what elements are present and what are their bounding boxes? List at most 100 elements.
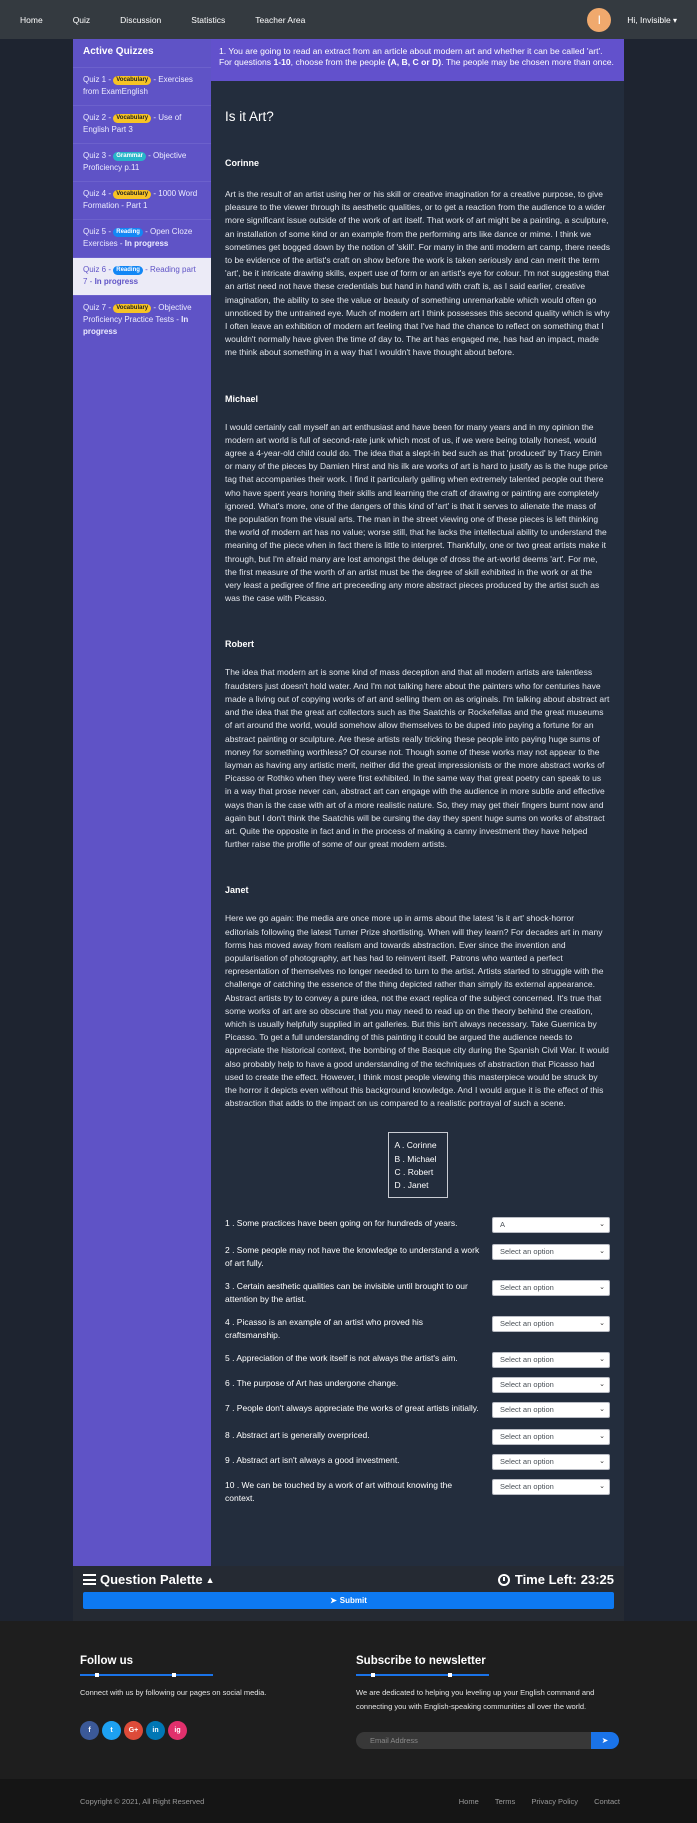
answer-select-value: Select an option <box>500 1246 554 1256</box>
person-paragraph: Here we go again: the media are once mor… <box>225 913 609 1109</box>
question-text: 1 . Some practices have been going on fo… <box>225 1218 458 1229</box>
sidebar-item-quiz-2[interactable]: Quiz 2 - Vocabulary - Use of English Par… <box>73 105 211 143</box>
quiz-prefix: Quiz 2 - <box>83 113 114 122</box>
answer-select[interactable]: Select an option ⌄ <box>492 1244 610 1261</box>
chevron-down-icon: ⌄ <box>599 1432 605 1440</box>
answer-select-value: Select an option <box>500 1354 554 1364</box>
newsletter-divider <box>356 1673 489 1677</box>
sidebar-item-quiz-4[interactable]: Quiz 4 - Vocabulary - 1000 Word Formatio… <box>73 181 211 219</box>
answer-select[interactable]: Select an option ⌄ <box>492 1316 610 1333</box>
twitter-icon[interactable]: t <box>102 1720 121 1740</box>
footer-link-contact[interactable]: Contact <box>594 1797 620 1806</box>
category-badge: Reading <box>113 266 143 275</box>
timer: Time Left: 23:25 <box>497 1572 614 1587</box>
submit-button[interactable]: ➤ Submit <box>83 1592 614 1609</box>
option-b: B . Michael <box>394 1153 437 1164</box>
answer-select[interactable]: Select an option ⌄ <box>492 1479 610 1496</box>
answer-select[interactable]: Select an option ⌄ <box>492 1429 610 1446</box>
clock-icon <box>497 1573 510 1586</box>
timer-value: 23:25 <box>580 1572 614 1587</box>
question-palette-bar: Question Palette ▲ Time Left: 23:25 ➤ Su… <box>73 1566 624 1621</box>
nav-statistics[interactable]: Statistics <box>191 15 225 25</box>
question-text: 5 . Appreciation of the work itself is n… <box>225 1353 458 1364</box>
quiz-status: In progress <box>124 239 169 248</box>
person-name: Robert <box>225 639 254 650</box>
newsletter-send-button[interactable]: ➤ <box>591 1732 619 1749</box>
chevron-down-icon: ⌄ <box>599 1457 605 1465</box>
caret-up-icon: ▲ <box>205 1574 215 1585</box>
chevron-down-icon: ⌄ <box>599 1247 605 1255</box>
answer-select[interactable]: Select an option ⌄ <box>492 1377 610 1394</box>
person-name: Janet <box>225 885 249 896</box>
footer-link-home[interactable]: Home <box>459 1797 479 1806</box>
article: Is it Art? Corinne Art is the result of a… <box>211 109 624 1110</box>
option-d: D . Janet <box>394 1179 429 1190</box>
question-row: 1 . Some practices have been going on fo… <box>211 1217 624 1234</box>
answer-select[interactable]: A ⌄ <box>492 1217 610 1234</box>
question-palette-toggle[interactable]: Question Palette ▲ <box>83 1572 215 1587</box>
option-c: C . Robert <box>394 1166 434 1177</box>
article-sections: Corinne Art is the result of an artist us… <box>225 158 610 1110</box>
submit-label: Submit <box>339 1596 367 1605</box>
answer-select[interactable]: Select an option ⌄ <box>492 1280 610 1297</box>
chevron-down-icon: ⌄ <box>599 1380 605 1388</box>
nav-discussion[interactable]: Discussion <box>120 15 161 25</box>
top-navbar: Home Quiz Discussion Statistics Teacher … <box>0 0 697 39</box>
linkedin-icon[interactable]: in <box>146 1720 165 1740</box>
option-a: A . Corinne <box>394 1140 437 1151</box>
category-badge: Grammar <box>113 152 146 161</box>
sidebar: Active Quizzes Quiz 1 - Vocabulary - Exe… <box>73 39 211 1566</box>
quiz-prefix: Quiz 4 - <box>83 189 114 198</box>
sidebar-item-quiz-6[interactable]: Quiz 6 - Reading - Reading part 7 - In p… <box>73 257 211 295</box>
chevron-down-icon: ⌄ <box>599 1283 605 1291</box>
question-row: 4 . Picasso is an example of an artist w… <box>211 1316 624 1341</box>
user-menu[interactable]: Hi, Invisible <box>627 15 677 25</box>
answer-select-value: Select an option <box>500 1282 554 1292</box>
palette-header: Question Palette ▲ Time Left: 23:25 <box>73 1566 624 1587</box>
instagram-icon[interactable]: ig <box>168 1720 187 1740</box>
sidebar-item-quiz-7[interactable]: Quiz 7 - Vocabulary - Objective Proficie… <box>73 295 211 345</box>
quiz-list: Quiz 1 - Vocabulary - Exercises from Exa… <box>73 67 211 345</box>
answer-select-value: Select an option <box>500 1456 554 1466</box>
question-text: 4 . Picasso is an example of an artist w… <box>225 1317 423 1340</box>
answer-options-box: A . Corinne B . Michael C . Robert D . J… <box>387 1132 448 1199</box>
follow-text: Connect with us by following our pages o… <box>80 1688 267 1697</box>
email-field[interactable]: Email Address <box>356 1732 591 1749</box>
sidebar-item-quiz-5[interactable]: Quiz 5 - Reading - Open Cloze Exercises … <box>73 219 211 257</box>
follow-divider <box>80 1673 213 1677</box>
nav-quiz[interactable]: Quiz <box>73 15 90 25</box>
quiz-prefix: Quiz 6 - <box>83 265 114 274</box>
person-name: Corinne <box>225 158 260 168</box>
timer-label: Time Left: <box>514 1572 577 1587</box>
avatar[interactable]: I <box>587 7 612 32</box>
instructions-range: 1-10 <box>273 56 291 67</box>
social-links: f t G+ in ig <box>80 1720 280 1740</box>
footer-link-privacy[interactable]: Privacy Policy <box>531 1797 578 1806</box>
answer-select-value: Select an option <box>500 1404 554 1414</box>
answer-select-value: Select an option <box>500 1379 554 1389</box>
answer-select[interactable]: Select an option ⌄ <box>492 1402 610 1419</box>
category-badge: Vocabulary <box>113 304 152 313</box>
google-plus-icon[interactable]: G+ <box>124 1720 143 1740</box>
person-paragraph: Art is the result of an artist using her… <box>225 189 611 358</box>
chevron-down-icon: ⌄ <box>599 1482 605 1490</box>
follow-title: Follow us <box>80 1655 134 1667</box>
nav-teacher-area[interactable]: Teacher Area <box>255 15 305 25</box>
sidebar-item-quiz-1[interactable]: Quiz 1 - Vocabulary - Exercises from Exa… <box>73 67 211 105</box>
copyright: Copyright © 2021, All Right Reserved <box>80 1796 205 1806</box>
footer-link-terms[interactable]: Terms <box>495 1797 515 1806</box>
newsletter-title: Subscribe to newsletter <box>356 1655 486 1667</box>
nav-home[interactable]: Home <box>20 15 43 25</box>
menu-icon <box>83 1574 96 1585</box>
answer-select[interactable]: Select an option ⌄ <box>492 1454 610 1471</box>
article-title: Is it Art? <box>225 109 274 124</box>
question-row: 6 . The purpose of Art has undergone cha… <box>211 1377 624 1394</box>
facebook-icon[interactable]: f <box>80 1720 99 1740</box>
chevron-down-icon: ⌄ <box>599 1319 605 1327</box>
footer-newsletter: Subscribe to newsletter We are dedicated… <box>356 1655 621 1749</box>
question-text: 8 . Abstract art is generally overpriced… <box>225 1430 370 1441</box>
answer-select[interactable]: Select an option ⌄ <box>492 1352 610 1369</box>
sidebar-item-quiz-3[interactable]: Quiz 3 - Grammar - Objective Proficiency… <box>73 143 211 181</box>
question-row: 7 . People don't always appreciate the w… <box>211 1402 624 1419</box>
question-row: 2 . Some people may not have the knowled… <box>211 1244 624 1269</box>
